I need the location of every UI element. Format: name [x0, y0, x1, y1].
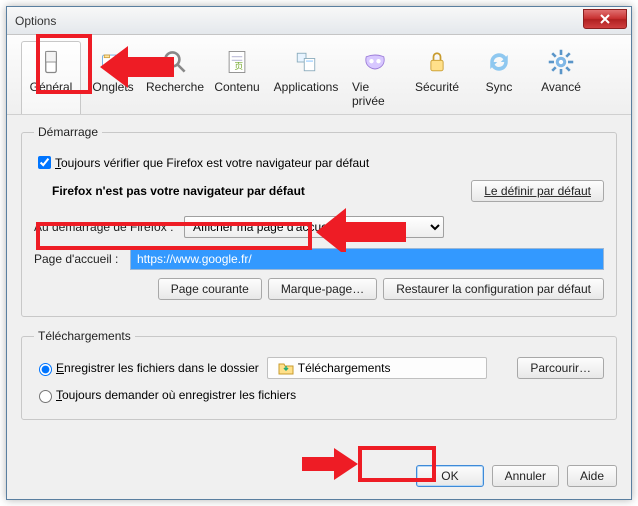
save-to-folder-label: Enregistrer les fichiers dans le dossier — [56, 361, 259, 375]
tab-general-label: Général — [30, 80, 73, 94]
download-folder-field[interactable]: Téléchargements — [267, 357, 487, 379]
startup-legend: Démarrage — [34, 125, 102, 139]
annotation-arrow-general — [100, 40, 180, 94]
downloads-legend: Téléchargements — [34, 329, 135, 343]
restore-default-button[interactable]: Restaurer la configuration par défaut — [383, 278, 604, 300]
tab-avance-label: Avancé — [541, 80, 581, 94]
always-check-label: Toujours vérifier que Firefox est votre … — [55, 156, 369, 170]
tab-vieprivee-label: Vie privée — [352, 80, 398, 108]
use-current-page-button[interactable]: Page courante — [158, 278, 262, 300]
tab-contenu[interactable]: 页 Contenu — [207, 41, 267, 114]
tab-securite-label: Sécurité — [415, 80, 459, 94]
tab-applications-label: Applications — [274, 80, 339, 94]
tab-general[interactable]: Général — [21, 41, 81, 114]
tab-vieprivee[interactable]: Vie privée — [345, 41, 405, 114]
apps-icon — [292, 46, 320, 78]
always-ask-label: Toujours demander où enregistrer les fic… — [56, 388, 296, 402]
tab-applications[interactable]: Applications — [269, 41, 343, 114]
always-ask-radio[interactable] — [39, 390, 52, 403]
homepage-label: Page d'accueil : — [34, 252, 124, 266]
gear-icon — [547, 46, 575, 78]
download-folder-name: Téléchargements — [298, 361, 391, 375]
always-check-checkbox[interactable] — [38, 156, 51, 169]
close-button[interactable] — [583, 9, 627, 29]
annotation-arrow-ok — [298, 446, 358, 482]
switch-icon — [37, 46, 65, 78]
document-icon: 页 — [223, 46, 251, 78]
lock-icon — [423, 46, 451, 78]
annotation-arrow-homepage — [316, 186, 412, 252]
tab-sync-label: Sync — [486, 80, 513, 94]
save-to-folder-radio[interactable] — [39, 363, 52, 376]
close-icon — [600, 14, 610, 24]
tab-sync[interactable]: Sync — [469, 41, 529, 114]
cancel-button[interactable]: Annuler — [492, 465, 559, 487]
use-bookmark-button[interactable]: Marque-page… — [268, 278, 377, 300]
tab-securite[interactable]: Sécurité — [407, 41, 467, 114]
window-title: Options — [15, 14, 56, 28]
sync-icon — [485, 46, 513, 78]
ok-button[interactable]: OK — [416, 465, 483, 487]
set-default-button[interactable]: Le définir par défaut — [471, 180, 604, 202]
svg-text:页: 页 — [234, 61, 243, 71]
downloads-group: Téléchargements Enregistrer les fichiers… — [21, 329, 617, 420]
titlebar: Options — [7, 7, 631, 35]
folder-icon — [278, 360, 294, 376]
tab-avance[interactable]: Avancé — [531, 41, 591, 114]
help-button[interactable]: Aide — [567, 465, 617, 487]
not-default-text: Firefox n'est pas votre navigateur par d… — [52, 184, 305, 198]
on-start-label: Au démarrage de Firefox : — [34, 220, 178, 234]
browse-button[interactable]: Parcourir… — [517, 357, 604, 379]
tab-contenu-label: Contenu — [214, 80, 259, 94]
mask-icon — [361, 46, 389, 78]
content-pane: Démarrage Toujours vérifier que Firefox … — [7, 115, 631, 442]
